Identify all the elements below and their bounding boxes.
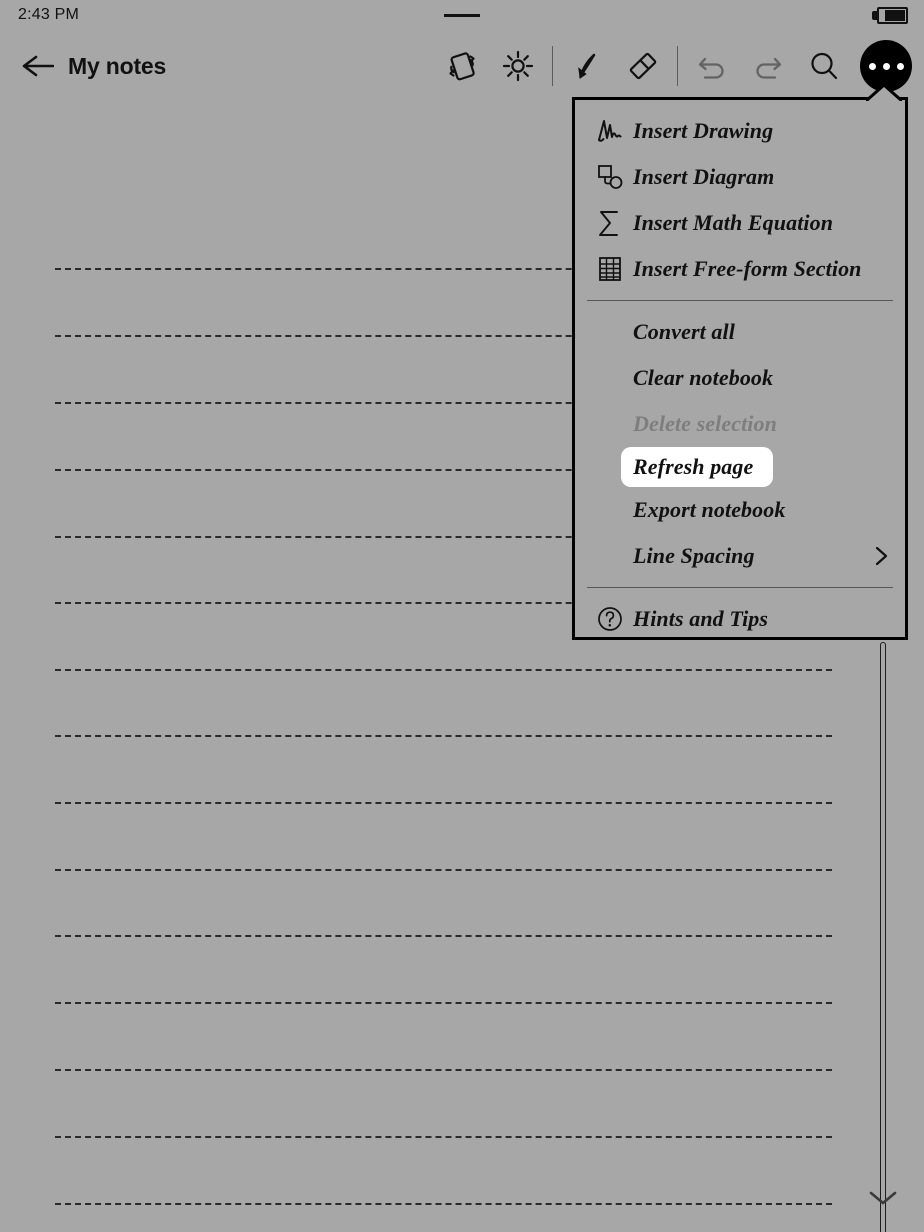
menu-item-label: Insert Math Equation [633, 210, 834, 235]
menu-item-label: Delete selection [633, 411, 777, 436]
toolbar: My notes [0, 30, 924, 102]
toolbar-right-group [434, 38, 924, 94]
back-arrow-icon[interactable] [22, 54, 54, 78]
brightness-button[interactable] [490, 38, 546, 94]
menu-item-hints-and-tips[interactable]: Hints and Tips [575, 596, 905, 642]
menu-item-insert-diagram[interactable]: Insert Diagram [575, 154, 905, 200]
undo-icon [698, 57, 724, 79]
menu-separator-2 [587, 587, 893, 588]
menu-item-line-spacing[interactable]: Line Spacing [575, 533, 905, 579]
status-bar: 2:43 PM [0, 0, 924, 30]
menu-item-insert-freeform-section[interactable]: Insert Free-form Section [575, 246, 905, 292]
rule-line [55, 1136, 832, 1138]
redo-button[interactable] [740, 38, 796, 94]
rule-line [55, 935, 832, 937]
diagram-shapes-icon [587, 163, 633, 191]
menu-item-export-notebook[interactable]: Export notebook [575, 487, 905, 533]
eraser-icon [629, 52, 657, 80]
toolbar-left-group: My notes [0, 53, 166, 80]
menu-item-insert-math-equation[interactable]: Insert Math Equation [575, 200, 905, 246]
brightness-icon [502, 50, 534, 82]
more-dot-1 [868, 62, 876, 70]
menu-item-label: Export notebook [633, 497, 786, 522]
rule-line [55, 1002, 832, 1004]
rule-line [55, 1069, 832, 1071]
chevron-down-icon[interactable] [867, 1188, 899, 1208]
rule-line [55, 802, 832, 804]
menu-item-label: Refresh page [633, 454, 754, 479]
menu-item-label: Hints and Tips [633, 606, 769, 631]
rule-line [55, 669, 832, 671]
chevron-right-icon [875, 546, 888, 566]
scroll-thumb[interactable] [880, 642, 886, 1232]
menu-separator-1 [587, 300, 893, 301]
menu-item-label: Convert all [633, 319, 735, 344]
status-time: 2:43 PM [18, 6, 79, 23]
rule-line [55, 735, 832, 737]
menu-item-label: Insert Diagram [633, 164, 775, 189]
menu-item-insert-drawing[interactable]: Insert Drawing [575, 108, 905, 154]
battery-icon [872, 7, 908, 24]
more-dot-2 [882, 62, 890, 70]
status-center-indicator [0, 13, 924, 17]
eraser-button[interactable] [615, 38, 671, 94]
menu-item-label: Insert Drawing [633, 118, 774, 143]
menu-item-convert-all[interactable]: Convert all [575, 309, 905, 355]
table-grid-icon [587, 255, 633, 283]
menu-item-label: Line Spacing [633, 543, 755, 568]
dash-indicator [444, 13, 480, 17]
toolbar-separator-2 [677, 46, 678, 86]
rule-line [55, 869, 832, 871]
handwriting-scribble-icon [587, 118, 633, 144]
rule-line [55, 1203, 832, 1205]
question-circle-icon [587, 605, 633, 633]
pen-button[interactable] [559, 38, 615, 94]
menu-item-label: Insert Free-form Section [633, 256, 862, 281]
sigma-icon [587, 208, 633, 238]
more-dot-3 [896, 62, 904, 70]
search-button[interactable] [796, 38, 852, 94]
search-icon [811, 52, 838, 80]
pen-icon [578, 53, 596, 79]
rotate-screen-button[interactable] [434, 38, 490, 94]
more-options-dropdown-menu: Insert Drawing Insert Diagram Insert Mat… [572, 83, 908, 642]
menu-item-delete-selection: Delete selection [575, 401, 905, 447]
page-title: My notes [68, 52, 167, 79]
undo-button[interactable] [684, 38, 740, 94]
toolbar-separator-1 [552, 46, 553, 86]
menu-item-clear-notebook[interactable]: Clear notebook [575, 355, 905, 401]
menu-item-refresh-page[interactable]: Refresh page [621, 447, 773, 487]
menu-pointer-arrow [866, 83, 902, 101]
battery-fill [885, 10, 905, 21]
rotate-screen-icon [449, 52, 475, 81]
redo-icon [756, 57, 782, 79]
menu-item-label: Clear notebook [633, 365, 774, 390]
